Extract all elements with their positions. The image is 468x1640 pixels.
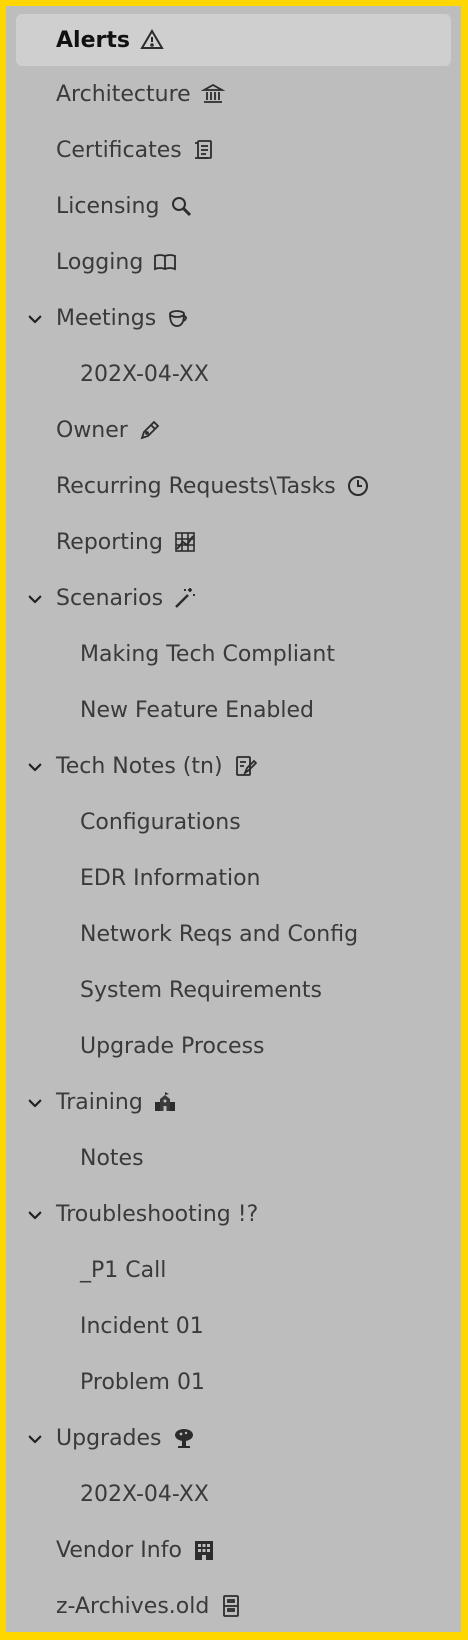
tree-item-label: Certificates: [56, 137, 182, 163]
scroll-icon: [192, 137, 218, 163]
tree-item-configurations[interactable]: Configurations: [6, 794, 461, 850]
tree-item-licensing[interactable]: Licensing: [6, 178, 461, 234]
tree-item-incident-01[interactable]: Incident 01: [6, 1298, 461, 1354]
clock-icon: [346, 473, 372, 499]
tree-item-label: Training: [56, 1089, 143, 1115]
navigation-tree-panel: Alerts Architecture Certificates Licensing L…: [6, 6, 461, 1632]
tree-item-label: Alerts: [56, 27, 130, 53]
tree-item-new-feature-enabled[interactable]: New Feature Enabled: [6, 682, 461, 738]
tree-item-label: New Feature Enabled: [80, 697, 315, 723]
tree-item-vendor-info[interactable]: Vendor Info: [6, 1522, 461, 1578]
tree-item-label: Upgrades: [56, 1425, 162, 1451]
tree-item-tech-notes-tn[interactable]: Tech Notes (tn): [6, 738, 461, 794]
tree-item-system-requirements[interactable]: System Requirements: [6, 962, 461, 1018]
tree-item-label: Vendor Info: [56, 1537, 182, 1563]
magnifier-icon: [169, 193, 195, 219]
tree-item-label: Incident 01: [80, 1313, 204, 1339]
tree-item-label: _P1 Call: [80, 1257, 167, 1283]
tree-item-making-tech-compliant[interactable]: Making Tech Compliant: [6, 626, 461, 682]
tree-item-alerts[interactable]: Alerts: [16, 14, 451, 66]
tree-item-meetings[interactable]: Meetings: [6, 290, 461, 346]
tree-item-label: z-Archives.old: [56, 1593, 210, 1619]
tree-item-architecture[interactable]: Architecture: [6, 66, 461, 122]
tree-item-label: 202X-04-XX: [80, 1481, 209, 1507]
pen-icon: [138, 417, 164, 443]
chart-icon: [173, 529, 199, 555]
open-book-icon: [153, 249, 179, 275]
chevron-down-icon[interactable]: [26, 589, 44, 607]
warning-icon: [140, 27, 166, 53]
memo-icon: [233, 753, 259, 779]
file-cabinet-icon: [219, 1593, 245, 1619]
tree-item-label: Troubleshooting !?: [56, 1201, 259, 1227]
tree-item-p1-call[interactable]: _P1 Call: [6, 1242, 461, 1298]
tree-item-network-reqs-and-config[interactable]: Network Reqs and Config: [6, 906, 461, 962]
tree-item-label: Tech Notes (tn): [56, 753, 223, 779]
tree-item-training[interactable]: Training: [6, 1074, 461, 1130]
tree-item-label: Architecture: [56, 81, 191, 107]
tree-item-z-archives-old[interactable]: z-Archives.old: [6, 1578, 461, 1634]
tree-item-label: Reporting: [56, 529, 163, 555]
tree-item-troubleshooting[interactable]: Troubleshooting !?: [6, 1186, 461, 1242]
tree-item-upgrade-process[interactable]: Upgrade Process: [6, 1018, 461, 1074]
tree-item-label: Problem 01: [80, 1369, 205, 1395]
chevron-down-icon[interactable]: [26, 1429, 44, 1447]
chevron-down-icon[interactable]: [26, 757, 44, 775]
tree-item-label: Making Tech Compliant: [80, 641, 335, 667]
tree-item-problem-01[interactable]: Problem 01: [6, 1354, 461, 1410]
tree-item-label: Notes: [80, 1145, 144, 1171]
tree-item-label: System Requirements: [80, 977, 322, 1003]
tree-item-label: Licensing: [56, 193, 160, 219]
tree-item-edr-information[interactable]: EDR Information: [6, 850, 461, 906]
tree-item-upgrades[interactable]: Upgrades: [6, 1410, 461, 1466]
tree-item-reporting[interactable]: Reporting: [6, 514, 461, 570]
tree-item-recurring-requests-tasks[interactable]: Recurring Requests\Tasks: [6, 458, 461, 514]
magic-wand-icon: [173, 585, 199, 611]
tree-item-label: Upgrade Process: [80, 1033, 265, 1059]
tree-item-label: Meetings: [56, 305, 157, 331]
tree-item-logging[interactable]: Logging: [6, 234, 461, 290]
tree-item-owner[interactable]: Owner: [6, 402, 461, 458]
tree-item-202x-04-xx[interactable]: 202X-04-XX: [6, 346, 461, 402]
school-icon: [153, 1089, 179, 1115]
tree-item-notes[interactable]: Notes: [6, 1130, 461, 1186]
office-building-icon: [192, 1537, 218, 1563]
tree-item-202x-04-xx[interactable]: 202X-04-XX: [6, 1466, 461, 1522]
classical-building-icon: [200, 81, 227, 107]
coffee-cup-icon: [166, 305, 192, 331]
tree-item-label: 202X-04-XX: [80, 361, 209, 387]
navigation-tree: Alerts Architecture Certificates Licensing L…: [6, 14, 461, 1634]
tree-item-label: Configurations: [80, 809, 241, 835]
tree-item-scenarios[interactable]: Scenarios: [6, 570, 461, 626]
tree-item-label: EDR Information: [80, 865, 261, 891]
tree-item-label: Network Reqs and Config: [80, 921, 359, 947]
chevron-down-icon[interactable]: [26, 309, 44, 327]
tree-item-label: Logging: [56, 249, 144, 275]
tree-item-certificates[interactable]: Certificates: [6, 122, 461, 178]
tree-item-label: Scenarios: [56, 585, 164, 611]
chevron-down-icon[interactable]: [26, 1205, 44, 1223]
mushroom-cloud-icon: [172, 1425, 198, 1451]
tree-item-label: Owner: [56, 417, 128, 443]
tree-item-label: Recurring Requests\Tasks: [56, 473, 336, 499]
chevron-down-icon[interactable]: [26, 1093, 44, 1111]
